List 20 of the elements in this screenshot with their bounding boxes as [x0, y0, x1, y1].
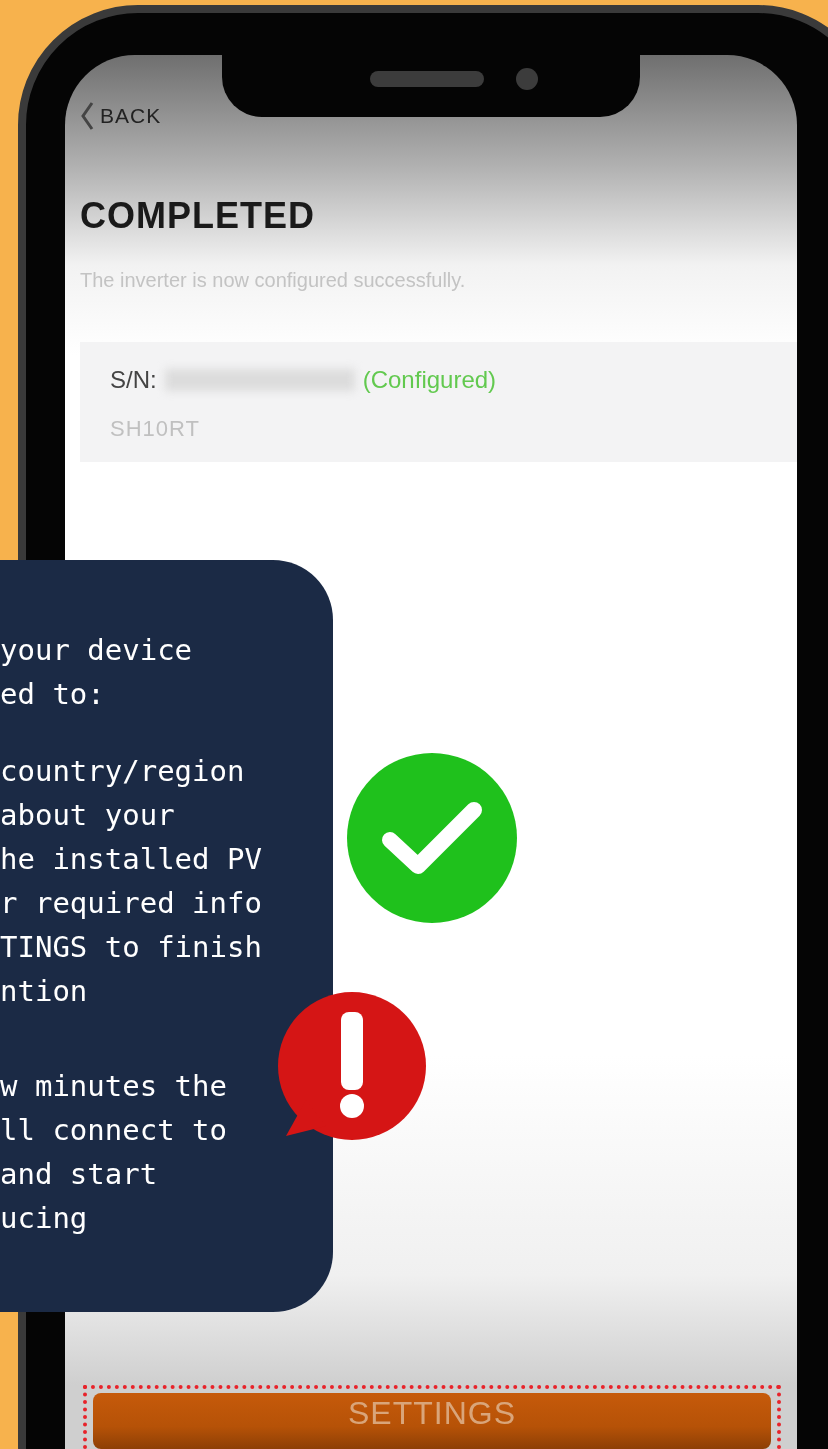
callout-text-line: TINGS to finish: [0, 929, 263, 966]
callout-text-line: r required info: [0, 885, 263, 922]
back-link[interactable]: BACK: [80, 101, 162, 131]
chevron-left-icon: [80, 101, 94, 131]
callout-text-line: ll connect to: [0, 1112, 228, 1149]
callout-text-line: he installed PV: [0, 841, 263, 878]
callout-text-line: country/region: [0, 753, 246, 790]
callout-text-line: ucing: [0, 1200, 89, 1237]
callout-text-line: your device: [0, 632, 194, 669]
callout-text-line: ed to:: [0, 676, 106, 713]
configured-status: (Configured): [362, 366, 497, 394]
callout-text-line: ntion: [0, 973, 89, 1010]
alert-bubble-icon: [276, 990, 428, 1142]
camera-dot: [516, 68, 538, 90]
callout-text-line: w minutes the: [0, 1068, 228, 1105]
serial-label: S/N:: [110, 366, 157, 394]
check-circle-icon: [346, 752, 518, 924]
callout-text-line: and start: [0, 1156, 159, 1193]
callout-text-line: about your: [0, 797, 176, 834]
page-title: COMPLETED: [80, 195, 316, 237]
